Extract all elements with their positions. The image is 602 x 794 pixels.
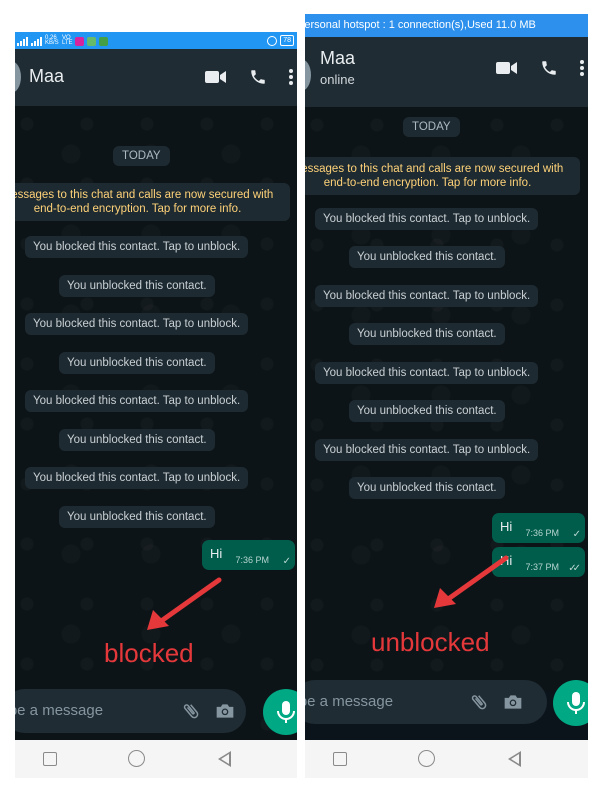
message-input-placeholder: Type a message [15, 702, 104, 719]
voice-call-icon[interactable] [540, 59, 558, 77]
video-call-icon[interactable] [496, 61, 518, 75]
outgoing-message[interactable]: Hi 7:36 PM ✓ [202, 540, 295, 570]
arrow-icon [434, 555, 509, 608]
hotspot-status: Personal hotspot : 1 connection(s),Used … [305, 19, 536, 31]
sent-tick-icon: ✓ [282, 556, 292, 567]
right-screenshot: Personal hotspot : 1 connection(s),Used … [305, 14, 588, 778]
message-input-placeholder: Type a message [305, 693, 394, 710]
message-input[interactable]: Type a message [305, 680, 547, 724]
app-icon [99, 36, 108, 46]
volte-badge: VO LTE [62, 35, 73, 46]
battery-icon: 78 [280, 35, 294, 46]
encryption-notice[interactable]: Messages to this chat and calls are now … [15, 183, 290, 221]
encryption-notice[interactable]: Messages to this chat and calls are now … [305, 157, 580, 195]
system-message[interactable]: You blocked this contact. Tap to unblock… [25, 467, 249, 489]
mic-button[interactable] [553, 680, 588, 726]
system-message[interactable]: You blocked this contact. Tap to unblock… [315, 208, 539, 230]
attach-icon[interactable] [469, 692, 489, 712]
system-message: You unblocked this contact. [59, 429, 215, 451]
message-time: 7:36 PM [525, 528, 559, 538]
navigation-bar [305, 740, 588, 778]
chat-area[interactable]: TODAY Messages to this chat and calls ar… [305, 107, 588, 691]
contact-name[interactable]: Maa [29, 66, 64, 87]
system-message[interactable]: You blocked this contact. Tap to unblock… [25, 313, 249, 335]
avatar[interactable] [15, 61, 21, 93]
recents-icon[interactable] [333, 752, 347, 766]
alarm-icon [267, 35, 278, 46]
date-chip: TODAY [403, 117, 460, 137]
recents-icon[interactable] [43, 752, 57, 766]
presence-status: online [320, 72, 355, 87]
navigation-bar [15, 740, 297, 778]
annotation-label: unblocked [371, 627, 490, 657]
system-message: You unblocked this contact. [59, 506, 215, 528]
more-options-icon[interactable] [289, 69, 293, 85]
contact-name[interactable]: Maa [320, 48, 355, 69]
message-input[interactable]: Type a message [15, 689, 246, 733]
message-time: 7:36 PM [235, 555, 269, 565]
system-message: You unblocked this contact. [349, 400, 505, 422]
message-time: 7:37 PM [525, 562, 559, 572]
system-message[interactable]: You blocked this contact. Tap to unblock… [315, 285, 539, 307]
home-icon[interactable] [418, 750, 435, 767]
annotation-label: blocked [104, 638, 194, 668]
system-message: You unblocked this contact. [349, 246, 505, 268]
message-icon [87, 36, 96, 46]
home-icon[interactable] [128, 750, 145, 767]
system-message[interactable]: You blocked this contact. Tap to unblock… [25, 236, 249, 258]
system-message: You unblocked this contact. [349, 323, 505, 345]
signal-icon [17, 36, 28, 46]
system-message: You unblocked this contact. [349, 477, 505, 499]
date-chip: TODAY [113, 146, 170, 166]
mic-icon [567, 692, 585, 714]
signal-icon [31, 36, 42, 46]
sent-tick-icon: ✓ [572, 529, 582, 540]
back-icon[interactable] [508, 751, 521, 767]
message-text: Hi [500, 519, 513, 534]
status-bar: 0.26 KB/S VO LTE 78 [15, 32, 297, 49]
message-text: Hi [210, 546, 223, 561]
video-call-icon[interactable] [205, 70, 227, 84]
system-message: You unblocked this contact. [59, 352, 215, 374]
network-speed: 0.26 KB/S [45, 35, 59, 46]
camera-icon[interactable] [215, 702, 235, 720]
left-screenshot: 0.26 KB/S VO LTE 78 Maa TODAY Messages t… [15, 32, 297, 778]
system-message[interactable]: You blocked this contact. Tap to unblock… [315, 439, 539, 461]
attach-icon[interactable] [181, 701, 201, 721]
delivered-tick-icon: ✓✓ [568, 563, 581, 574]
avatar[interactable] [305, 59, 311, 91]
chat-header: Maa [15, 49, 297, 106]
chat-area[interactable]: TODAY Messages to this chat and calls ar… [15, 106, 297, 740]
instagram-icon [75, 36, 84, 46]
system-message[interactable]: You blocked this contact. Tap to unblock… [315, 362, 539, 384]
more-options-icon[interactable] [580, 60, 584, 76]
camera-icon[interactable] [503, 693, 523, 711]
back-icon[interactable] [218, 751, 231, 767]
voice-call-icon[interactable] [249, 68, 267, 86]
system-message[interactable]: You blocked this contact. Tap to unblock… [25, 390, 249, 412]
arrow-icon [147, 577, 222, 630]
mic-icon [277, 701, 295, 723]
outgoing-message[interactable]: Hi 7:36 PM ✓ [492, 513, 585, 543]
status-bar: Personal hotspot : 1 connection(s),Used … [305, 14, 588, 37]
chat-header: Maa online [305, 37, 588, 107]
system-message: You unblocked this contact. [59, 275, 215, 297]
